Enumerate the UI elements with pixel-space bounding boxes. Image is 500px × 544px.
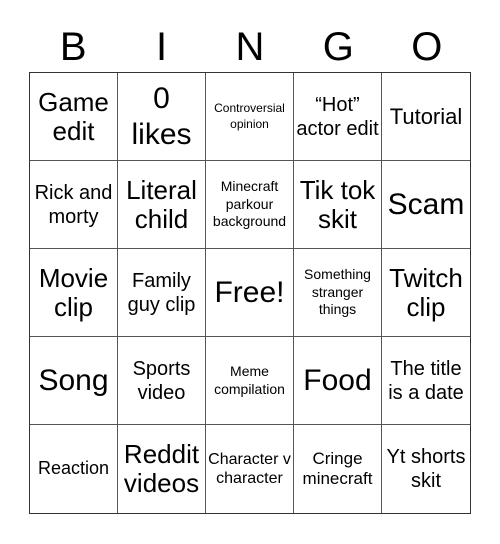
bingo-cell[interactable]: Minecraft parkour background (206, 161, 294, 249)
bingo-cell[interactable]: Something stranger things (294, 249, 382, 337)
bingo-cell[interactable]: Reaction (30, 425, 118, 513)
header-letter-b: B (59, 25, 87, 69)
bingo-cell[interactable]: Rick and morty (30, 161, 118, 249)
bingo-cell[interactable]: Game edit (30, 73, 118, 161)
header-letter-o: O (411, 25, 443, 69)
bingo-cell[interactable]: Tik tok skit (294, 161, 382, 249)
bingo-cell[interactable]: Meme compilation (206, 337, 294, 425)
bingo-cell[interactable]: Movie clip (30, 249, 118, 337)
bingo-cell[interactable]: Song (30, 337, 118, 425)
bingo-cell[interactable]: Character v character (206, 425, 294, 513)
header-letter-n: N (235, 25, 265, 69)
bingo-cell[interactable]: Twitch clip (382, 249, 470, 337)
header-letter-g: G (322, 25, 354, 69)
bingo-cell[interactable]: Scam (382, 161, 470, 249)
bingo-grid: Game edit 0 likes Controversial opinion … (29, 72, 471, 514)
bingo-cell[interactable]: “Hot” actor edit (294, 73, 382, 161)
bingo-cell[interactable]: The title is a date (382, 337, 470, 425)
bingo-cell[interactable]: Cringe minecraft (294, 425, 382, 513)
header-letter-i: I (156, 25, 168, 69)
bingo-cell-free[interactable]: Free! (206, 249, 294, 337)
bingo-cell[interactable]: Controversial opinion (206, 73, 294, 161)
bingo-header: B I N G O (29, 22, 471, 72)
bingo-cell[interactable]: Family guy clip (118, 249, 206, 337)
bingo-cell[interactable]: Food (294, 337, 382, 425)
bingo-cell[interactable]: Tutorial (382, 73, 470, 161)
bingo-cell[interactable]: Yt shorts skit (382, 425, 470, 513)
bingo-cell[interactable]: Literal child (118, 161, 206, 249)
bingo-cell[interactable]: Sports video (118, 337, 206, 425)
bingo-cell[interactable]: 0 likes (118, 73, 206, 161)
bingo-cell[interactable]: Reddit videos (118, 425, 206, 513)
